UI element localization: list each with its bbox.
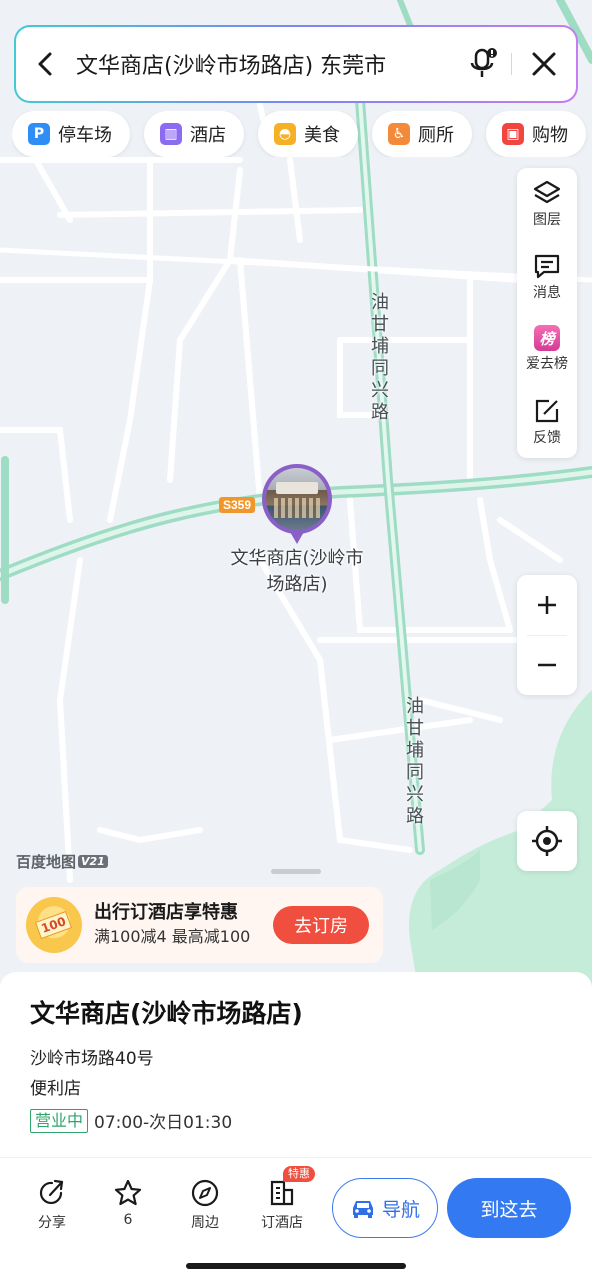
nearby-button[interactable]: 周边: [175, 1178, 235, 1232]
bottom-action-bar: 分享 6 周边 订酒店 特惠 导航 到这去: [0, 1157, 592, 1280]
map-watermark: 百度地图 V21: [16, 851, 108, 872]
zoom-in-button[interactable]: [517, 575, 577, 635]
back-icon[interactable]: [16, 27, 76, 101]
book-hotel-button[interactable]: 订酒店: [252, 1178, 312, 1232]
poi-photo: [262, 464, 332, 534]
promo-title: 出行订酒店享特惠: [94, 902, 238, 923]
place-address: 沙岭市场路40号: [30, 1049, 154, 1069]
book-room-button[interactable]: 去订房: [273, 906, 369, 944]
chip-hotel[interactable]: ▥ 酒店: [144, 111, 244, 157]
navigate-button[interactable]: 导航: [332, 1178, 438, 1238]
chip-shopping[interactable]: ▣ 购物: [486, 111, 586, 157]
coupon-icon: 100: [26, 897, 82, 953]
chip-label: 购物: [532, 125, 568, 146]
minus-icon: [538, 664, 556, 667]
favorite-button[interactable]: 6: [98, 1178, 158, 1228]
feedback-icon: [535, 399, 559, 422]
search-input[interactable]: 文华商店(沙岭市场路店) 东莞市: [76, 48, 455, 80]
chip-food[interactable]: ◓ 美食: [258, 111, 358, 157]
chip-toilet[interactable]: ♿ 厕所: [372, 111, 472, 157]
toilet-icon: ♿: [388, 123, 410, 145]
chip-label: 酒店: [190, 125, 226, 146]
navigate-label: 导航: [381, 1198, 420, 1221]
ranking-button[interactable]: 榜 爱去榜: [517, 313, 577, 386]
zoom-out-button[interactable]: [517, 636, 577, 696]
plus-icon: [538, 595, 556, 614]
close-icon[interactable]: [512, 27, 576, 101]
zoom-controls: [517, 575, 577, 695]
feedback-button[interactable]: 反馈: [517, 386, 577, 459]
poi-pin-tail: [289, 530, 305, 544]
search-bar: 文华商店(沙岭市场路店) 东莞市: [14, 25, 578, 103]
go-here-button[interactable]: 到这去: [447, 1178, 571, 1238]
special-offer-badge: 特惠: [283, 1166, 315, 1182]
messages-label: 消息: [533, 284, 561, 301]
food-icon: ◓: [274, 123, 296, 145]
place-category: 便利店: [30, 1079, 81, 1099]
star-icon: [114, 1179, 142, 1206]
feedback-label: 反馈: [533, 429, 561, 446]
locate-icon: [532, 826, 562, 856]
opening-hours: 07:00-次日01:30: [94, 1113, 233, 1133]
layers-label: 图层: [533, 212, 561, 229]
hotel-icon: ▥: [160, 123, 182, 145]
watermark-text: 百度地图: [16, 853, 77, 871]
parking-icon: P: [28, 123, 50, 145]
highway-shield: S359: [219, 497, 256, 513]
poi-marker[interactable]: [262, 464, 332, 548]
poi-map-label[interactable]: 文华商店(沙岭市场路店): [226, 546, 368, 598]
sheet-drag-handle[interactable]: [271, 869, 321, 874]
watermark-version: V21: [78, 855, 108, 868]
ranking-icon: 榜: [534, 325, 560, 352]
locate-button[interactable]: [517, 811, 577, 871]
coupon-amount: 100: [35, 910, 73, 940]
nearby-label: 周边: [191, 1215, 219, 1231]
book-hotel-label: 订酒店: [261, 1215, 303, 1231]
compass-icon: [191, 1179, 219, 1207]
category-chips: P 停车场 ▥ 酒店 ◓ 美食 ♿ 厕所 ▣ 购物: [12, 111, 592, 157]
share-button[interactable]: 分享: [22, 1178, 82, 1232]
place-detail-card[interactable]: 文华商店(沙岭市场路店) 沙岭市场路40号 便利店 营业中 07:00-次日01…: [0, 972, 592, 1168]
home-indicator[interactable]: [186, 1263, 406, 1269]
map-tools-panel: 图层 消息 榜 爱去榜 反馈: [517, 168, 577, 458]
promo-subtitle: 满100减4 最高减100: [94, 927, 251, 946]
chip-label: 美食: [304, 125, 340, 146]
chip-label: 停车场: [58, 125, 112, 146]
share-label: 分享: [38, 1215, 66, 1231]
message-icon: [534, 254, 560, 278]
chip-label: 厕所: [418, 125, 454, 146]
microphone-icon[interactable]: [455, 27, 511, 101]
layers-button[interactable]: 图层: [517, 168, 577, 241]
layers-icon: [533, 181, 561, 204]
hotel-doc-icon: [270, 1180, 294, 1206]
shopping-icon: ▣: [502, 123, 524, 145]
messages-button[interactable]: 消息: [517, 241, 577, 314]
car-icon: [352, 1201, 373, 1218]
chip-parking[interactable]: P 停车场: [12, 111, 130, 157]
favorite-count: 6: [123, 1212, 133, 1228]
share-icon: [39, 1179, 64, 1205]
place-title: 文华商店(沙岭市场路店): [30, 999, 303, 1028]
road-label-tongxing-south: 油甘埔同兴路: [406, 696, 424, 827]
road-label-tongxing-north: 油甘埔同兴路: [371, 292, 389, 423]
ranking-label: 爱去榜: [526, 356, 568, 373]
open-status-badge: 营业中: [30, 1108, 89, 1133]
hotel-promo-banner[interactable]: 100 出行订酒店享特惠 满100减4 最高减100 去订房: [16, 887, 383, 963]
